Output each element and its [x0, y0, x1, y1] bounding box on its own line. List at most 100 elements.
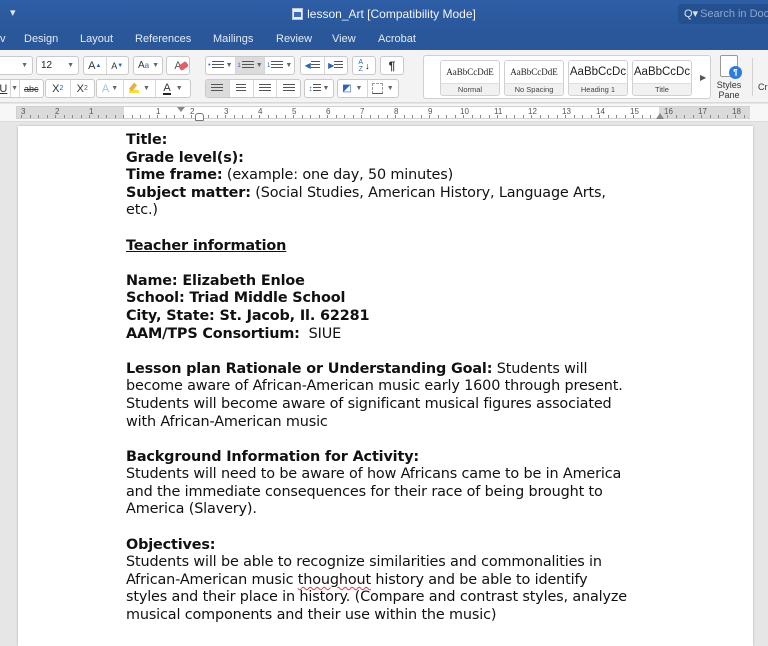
font-name-dropdown[interactable]: ▼	[0, 56, 33, 75]
ruler-number: 18	[732, 107, 741, 116]
subscript-button[interactable]: X2	[46, 80, 71, 97]
tab-references[interactable]: References	[135, 33, 191, 45]
numbering-button[interactable]: 1 ▼	[235, 57, 266, 74]
tab-view[interactable]: View	[332, 33, 356, 45]
bullets-button[interactable]: • ▼	[206, 57, 236, 74]
tab-view-partial[interactable]: v	[0, 33, 6, 45]
ruler-tick	[276, 115, 277, 118]
ruler-tick	[718, 115, 719, 118]
ruler-tick	[565, 115, 566, 118]
ribbon: ▼ 12 ▼ A▲ A▼ Aa ▼ A U ▼ abc X2 X2 A▼ ▼ A…	[0, 50, 768, 103]
subject-label: Subject matter:	[126, 184, 251, 201]
align-left-button[interactable]	[206, 80, 230, 97]
font-color-button[interactable]: A ▼	[156, 80, 190, 97]
borders-button[interactable]: ▼	[368, 80, 398, 97]
ribbon-tabs: v Design Layout References Mailings Revi…	[0, 30, 768, 50]
grow-font-button[interactable]: A ▲	[84, 57, 107, 74]
superscript-button[interactable]: X2	[71, 80, 95, 97]
ruler-tick	[242, 115, 243, 118]
teacher-city-state: City, State: St. Jacob, Il. 62281	[126, 307, 370, 324]
underline-strike-group: U ▼ abc	[0, 79, 44, 98]
style-title[interactable]: AaBbCcDc Title	[632, 60, 692, 96]
create-button-partial[interactable]: Cr	[758, 82, 768, 92]
highlight-button[interactable]: ▼	[124, 80, 156, 97]
style-normal[interactable]: AaBbCcDdE Normal	[440, 60, 500, 96]
title-bar: ▾ lesson_Art [Compatibility Mode] Q▾ Sear…	[0, 0, 768, 30]
sort-button[interactable]: A Z ↓	[352, 56, 376, 75]
styles-pane-button[interactable]: ¶ Styles Pane	[712, 55, 746, 101]
search-input[interactable]: Q▾Search in Document	[678, 4, 768, 24]
sort-icon: AZ	[358, 58, 364, 73]
ruler-tick	[157, 115, 158, 118]
align-center-button[interactable]	[230, 80, 254, 97]
chevron-down-icon: ▼	[152, 62, 160, 69]
horizontal-ruler[interactable]: 3 2 1 1 2 3 4 5 6 7 8 9 10 11 12 13 14 15 16 17 18	[0, 104, 768, 122]
shrink-font-button[interactable]: A ▼	[107, 57, 129, 74]
decrease-indent-button[interactable]: ◀	[301, 57, 325, 74]
ruler-tick	[115, 115, 116, 118]
ruler-tick	[472, 115, 473, 118]
shading-borders-group: ◩ ▼ ▼	[337, 79, 399, 98]
strikethrough-button[interactable]: abc	[20, 80, 43, 97]
bullets-icon	[211, 61, 224, 70]
ruler-tick	[72, 115, 73, 118]
tab-layout[interactable]: Layout	[80, 33, 113, 45]
objectives-line-4: musical components and their use within …	[126, 607, 497, 624]
ruler-tick	[387, 115, 388, 118]
ruler-tick	[463, 115, 464, 118]
tab-review[interactable]: Review	[276, 33, 312, 45]
gallery-next-arrow-icon[interactable]: ▶	[700, 73, 706, 82]
ruler-track: 3 2 1 1 2 3 4 5 6 7 8 9 10 11 12 13 14 15 16 17 18	[16, 106, 750, 121]
styles-pane-icon: ¶	[720, 55, 742, 79]
first-line-indent-marker[interactable]	[177, 107, 185, 112]
tab-mailings[interactable]: Mailings	[213, 33, 253, 45]
justify-button[interactable]	[277, 80, 300, 97]
show-formatting-button[interactable]: ¶	[380, 56, 404, 75]
ruler-tick	[514, 115, 515, 118]
ruler-tick	[693, 115, 694, 118]
line-spacing-button[interactable]: ↕ ▼	[304, 79, 334, 98]
ruler-tick	[251, 115, 252, 118]
objectives-line-3: styles and their place in history. (Comp…	[126, 589, 627, 606]
background-line-3: America (Slavery).	[126, 501, 257, 518]
ruler-tick	[727, 115, 728, 118]
ruler-number: 11	[494, 107, 503, 116]
hanging-indent-marker[interactable]	[195, 113, 204, 121]
highlighter-icon	[128, 82, 140, 93]
multilevel-list-button[interactable]: 1 ▼	[265, 57, 294, 74]
clear-formatting-button[interactable]: A	[166, 56, 190, 75]
background-line-1: Students will need to be aware of how Af…	[126, 466, 622, 483]
text-effects-button[interactable]: A ▼	[97, 80, 124, 97]
ruler-tick	[293, 115, 294, 118]
styles-gallery: AaBbCcDdE Normal AaBbCcDdE No Spacing Aa…	[423, 55, 711, 99]
shading-button[interactable]: ◩ ▼	[338, 80, 368, 97]
decrease-indent-icon	[310, 61, 320, 70]
tab-design[interactable]: Design	[24, 33, 58, 45]
ruler-number: 17	[698, 107, 707, 116]
misspelled-word[interactable]: thoughout	[298, 572, 371, 588]
chevron-down-icon: ▼	[21, 62, 28, 69]
pilcrow-icon: ¶	[388, 58, 396, 73]
style-heading-1[interactable]: AaBbCcDc Heading 1	[568, 60, 628, 96]
tab-acrobat[interactable]: Acrobat	[378, 33, 416, 45]
increase-indent-button[interactable]: ▶	[325, 57, 348, 74]
multilevel-icon	[271, 61, 284, 70]
ruler-tick	[174, 115, 175, 118]
ruler-left-margin	[17, 107, 124, 118]
ruler-tick	[735, 115, 736, 118]
underline-dropdown[interactable]: ▼	[11, 80, 20, 97]
align-right-button[interactable]	[254, 80, 278, 97]
style-no-spacing[interactable]: AaBbCcDdE No Spacing	[504, 60, 564, 96]
ruler-tick	[540, 115, 541, 118]
right-indent-marker[interactable]	[656, 113, 664, 119]
borders-icon	[371, 83, 383, 94]
window-title-text: lesson_Art [Compatibility Mode]	[307, 7, 476, 21]
ruler-tick	[633, 115, 634, 118]
ruler-tick	[523, 115, 524, 118]
document-body[interactable]: Title: Grade level(s): Time frame: (exam…	[126, 132, 666, 625]
subject-line: Subject matter: (Social Studies, America…	[126, 185, 666, 203]
underline-button[interactable]: U	[0, 80, 11, 97]
change-case-button[interactable]: Aa ▼	[133, 56, 163, 75]
font-size-dropdown[interactable]: 12 ▼	[36, 56, 79, 75]
